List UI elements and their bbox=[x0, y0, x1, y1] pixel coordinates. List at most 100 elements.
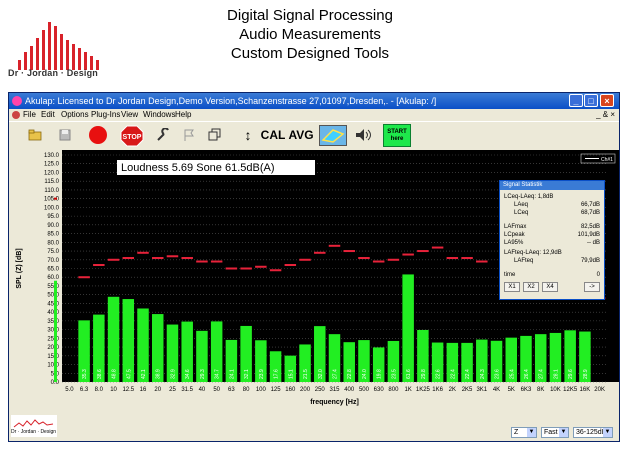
x-tick-label: 3K1 bbox=[476, 387, 487, 393]
menu-view[interactable]: View bbox=[121, 109, 138, 121]
close-button[interactable]: × bbox=[600, 94, 614, 107]
bar-value-label: 22.4 bbox=[450, 369, 456, 379]
peak-hold-marker bbox=[461, 257, 473, 260]
minimize-button[interactable]: _ bbox=[569, 94, 583, 107]
peak-hold-marker bbox=[417, 250, 429, 253]
y-tick-label: 60.0 bbox=[47, 275, 59, 281]
stat-row: LCpeak 101,9dB bbox=[504, 232, 600, 238]
stats-title: Signal Statistik bbox=[500, 181, 604, 190]
peak-hold-marker bbox=[151, 257, 164, 260]
logo-bar bbox=[48, 22, 51, 70]
bar-value-label: 19.8 bbox=[377, 369, 383, 379]
maximize-button[interactable]: □ bbox=[584, 94, 598, 107]
bar-value-label: 38.9 bbox=[156, 369, 162, 379]
x-tick-label: 200 bbox=[300, 387, 311, 393]
menu-edit[interactable]: Edit bbox=[41, 109, 55, 121]
toolbar: STOP ↕ CAL AVG START here bbox=[9, 121, 619, 151]
peak-hold-marker bbox=[93, 264, 105, 267]
zoom-x1-button[interactable]: X1 bbox=[504, 282, 520, 292]
y-tick-label: 65.0 bbox=[47, 267, 59, 273]
menu-file[interactable]: File bbox=[23, 109, 36, 121]
range-select[interactable]: 36-125dB ▼ bbox=[573, 427, 613, 438]
open-folder-icon[interactable] bbox=[27, 125, 43, 146]
mdi-controls[interactable]: _ & × bbox=[596, 109, 615, 121]
y-tick-label: 10.0 bbox=[47, 363, 59, 369]
bar-value-label: 34.7 bbox=[215, 369, 221, 379]
menu-windows[interactable]: Windows bbox=[143, 109, 175, 121]
x-tick-label: 8K bbox=[537, 387, 544, 393]
3d-view-button[interactable] bbox=[319, 125, 347, 146]
menu-help[interactable]: Help bbox=[175, 109, 191, 121]
peak-hold-marker bbox=[372, 260, 385, 263]
y-tick-label: 90.0 bbox=[47, 223, 59, 229]
save-icon[interactable] bbox=[57, 125, 73, 146]
x-tick-label: 1K25 bbox=[416, 387, 431, 393]
x-tick-label: 10 bbox=[110, 387, 117, 393]
x-tick-label: 6.3 bbox=[80, 387, 89, 393]
logo-bar bbox=[72, 44, 75, 70]
y-tick-label: 80.0 bbox=[47, 240, 59, 246]
x-tick-label: 125 bbox=[271, 387, 282, 393]
wrench-icon[interactable] bbox=[155, 125, 171, 146]
x-axis-label: frequency [Hz] bbox=[310, 399, 359, 406]
speaker-icon[interactable] bbox=[355, 125, 373, 146]
avg-button[interactable]: AVG bbox=[287, 125, 315, 146]
menu-options[interactable]: Options bbox=[61, 109, 89, 121]
loudness-readout: Loudness 5.69 Sone 61.5dB(A) bbox=[121, 162, 275, 174]
y-tick-label: 30.0 bbox=[47, 328, 59, 334]
bar-value-label: 28.9 bbox=[583, 369, 589, 379]
peak-hold-marker bbox=[343, 250, 355, 253]
bar-value-label: 23.6 bbox=[495, 369, 501, 379]
zoom-x4-button[interactable]: X4 bbox=[542, 282, 558, 292]
x-tick-label: 315 bbox=[329, 387, 340, 393]
window-copy-icon[interactable] bbox=[207, 125, 223, 146]
x-tick-label: 63 bbox=[228, 387, 235, 393]
x-tick-label: 630 bbox=[374, 387, 385, 393]
channel-legend-label: Ch#1 bbox=[601, 157, 613, 163]
bar-value-label: 23.9 bbox=[259, 369, 265, 379]
logo-text: Dr · Jordan · Design bbox=[8, 68, 99, 78]
peak-hold-marker bbox=[431, 246, 444, 249]
x-tick-label: 1K bbox=[404, 387, 411, 393]
page-header: Digital Signal Processing Audio Measurem… bbox=[150, 6, 470, 63]
stat-row: LAFteq-LAeq: 12,9dB bbox=[504, 250, 562, 256]
spectrum-plot[interactable]: 130.0 125.0 120.0 115.0 110.0 105.0 100.0 95.0 9… bbox=[9, 150, 619, 413]
stop-button[interactable]: STOP bbox=[119, 125, 145, 147]
cal-button[interactable]: CAL bbox=[260, 125, 286, 146]
x-tick-label: 16K bbox=[580, 387, 591, 393]
logo-bar bbox=[66, 40, 69, 70]
channel-select[interactable]: Z ▼ bbox=[511, 427, 537, 438]
title-bar[interactable]: Akulap: Licensed to Dr Jordan Design,Dem… bbox=[9, 93, 619, 109]
window-title: Akulap: Licensed to Dr Jordan Design,Dem… bbox=[25, 96, 437, 106]
zoom-x2-button[interactable]: X2 bbox=[523, 282, 539, 292]
peak-hold-marker bbox=[284, 264, 297, 267]
x-tick-label: 12.5 bbox=[122, 387, 134, 393]
x-tick-label: 8.0 bbox=[95, 387, 104, 393]
y-tick-label: 130.0 bbox=[44, 153, 60, 159]
reset-arrow-button[interactable]: -> bbox=[584, 282, 600, 292]
speed-select[interactable]: Fast ▼ bbox=[541, 427, 569, 438]
record-button[interactable] bbox=[87, 125, 109, 146]
x-tick-label: 40 bbox=[199, 387, 206, 393]
x-tick-label: 80 bbox=[243, 387, 250, 393]
peak-hold-marker bbox=[314, 251, 326, 254]
stat-row: LAFteq 79,9dB bbox=[514, 258, 600, 264]
peak-hold-marker bbox=[107, 258, 120, 261]
flag-icon[interactable] bbox=[181, 125, 197, 146]
y-tick-label: 35.0 bbox=[47, 319, 59, 325]
bar-value-label: 35.3 bbox=[82, 369, 88, 379]
start-button[interactable]: START here bbox=[383, 124, 411, 147]
logo-bar bbox=[78, 48, 81, 70]
y-tick-label: 85.0 bbox=[47, 232, 59, 238]
x-tick-label: 160 bbox=[285, 387, 296, 393]
bar-value-label: 22.6 bbox=[436, 369, 442, 379]
peak-hold-marker bbox=[328, 244, 341, 247]
peak-hold-marker bbox=[358, 257, 370, 260]
y-tick-label: 55.0 bbox=[47, 284, 59, 290]
menu-plugins[interactable]: Plug-Ins bbox=[91, 109, 120, 121]
y-tick-label: 75.0 bbox=[47, 249, 59, 255]
start-label-line-1: START bbox=[387, 129, 407, 135]
logo-bar bbox=[30, 46, 33, 70]
vertical-arrows-icon[interactable]: ↕ bbox=[241, 125, 255, 146]
bar-value-label: 25.4 bbox=[509, 369, 515, 379]
